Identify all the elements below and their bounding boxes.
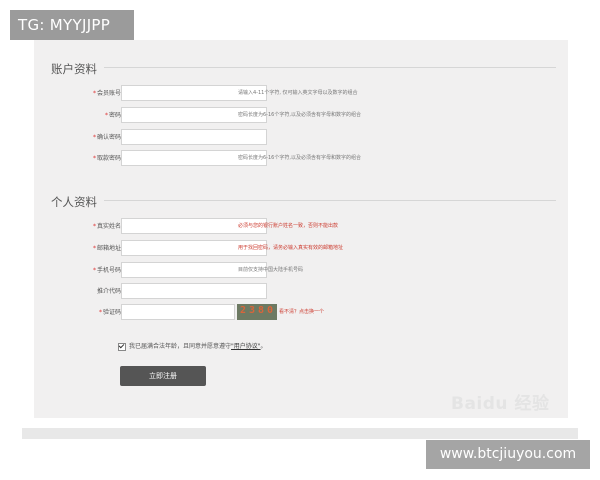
agreement-suffix: 。 [260,343,267,350]
form-row-captcha: *验证码 2 3 8 0 看不清？点击换一个 [34,304,568,322]
phone-hint: 目前仅支持中国大陆手机号码 [238,267,304,273]
form-row-confirm-password: *确认密码 [34,129,568,147]
email-label: *邮箱地址 [92,245,121,252]
password-label: *密码 [104,112,121,119]
phone-label: *手机号码 [92,267,121,274]
email-hint: 用于找回密码，请务必输入真实有效的邮箱地址 [238,245,344,251]
agreement-row: 我已届满合法年龄，且同意并愿意遵守"用户协议"。 [118,341,267,351]
real-name-label: *真实姓名 [92,223,121,230]
confirm-password-input[interactable] [121,129,267,145]
confirm-password-label: *确认密码 [92,134,121,141]
captcha-char: 2 [240,305,247,316]
account-section-divider [104,67,556,68]
user-agreement-link[interactable]: "用户协议" [231,343,261,350]
captcha-image[interactable]: 2 3 8 0 [237,304,277,320]
bottom-strip [22,428,578,439]
personal-section-title: 个人资料 [51,195,97,209]
captcha-char: 0 [267,305,274,316]
referral-code-label: 推介代码 [96,288,121,295]
form-row-withdraw-password: *取款密码 密码长度为6-16个字符,以及必须含有字母和数字的组合 [34,150,568,168]
real-name-hint: 必须与您的银行账户姓名一致，否则不能出款 [238,223,339,229]
form-row-username: *会员账号 请输入4-11个字符, 仅可输入英文字母以及数字的组合 [34,85,568,103]
captcha-refresh-link[interactable]: 看不清？点击换一个 [279,308,324,315]
username-label: *会员账号 [92,90,121,97]
captcha-input[interactable] [121,304,235,320]
agreement-checkbox[interactable] [118,342,126,351]
form-row-email: *邮箱地址 用于找回密码，请务必输入真实有效的邮箱地址 [34,240,568,258]
username-hint: 请输入4-11个字符, 仅可输入英文字母以及数字的组合 [238,90,358,96]
register-button[interactable]: 立即注册 [120,366,206,386]
withdraw-password-hint: 密码长度为6-16个字符,以及必须含有字母和数字的组合 [238,155,361,161]
password-hint: 密码长度为6-16个字符,以及必须含有字母和数字的组合 [238,112,361,118]
form-row-password: *密码 密码长度为6-16个字符,以及必须含有字母和数字的组合 [34,107,568,125]
site-url-badge: www.btcjiuyou.com [426,440,590,469]
form-row-referral-code: 推介代码 [34,283,568,301]
referral-code-input[interactable] [121,283,267,299]
captcha-label: *验证码 [98,309,121,316]
form-row-real-name: *真实姓名 必须与您的银行账户姓名一致，否则不能出款 [34,218,568,236]
captcha-char: 8 [258,305,265,316]
registration-panel: 账户资料 *会员账号 请输入4-11个字符, 仅可输入英文字母以及数字的组合 *… [34,40,568,418]
agreement-text: 我已届满合法年龄，且同意并愿意遵守 [129,343,232,350]
account-section-title: 账户资料 [51,62,97,76]
captcha-char: 3 [249,305,256,316]
form-row-phone: *手机号码 目前仅支持中国大陆手机号码 [34,262,568,280]
telegram-tag-badge: TG: MYYJJPP [10,10,134,40]
baidu-watermark: Baidu 经验 [451,394,550,414]
withdraw-password-label: *取款密码 [92,155,121,162]
personal-section-divider [104,200,556,201]
